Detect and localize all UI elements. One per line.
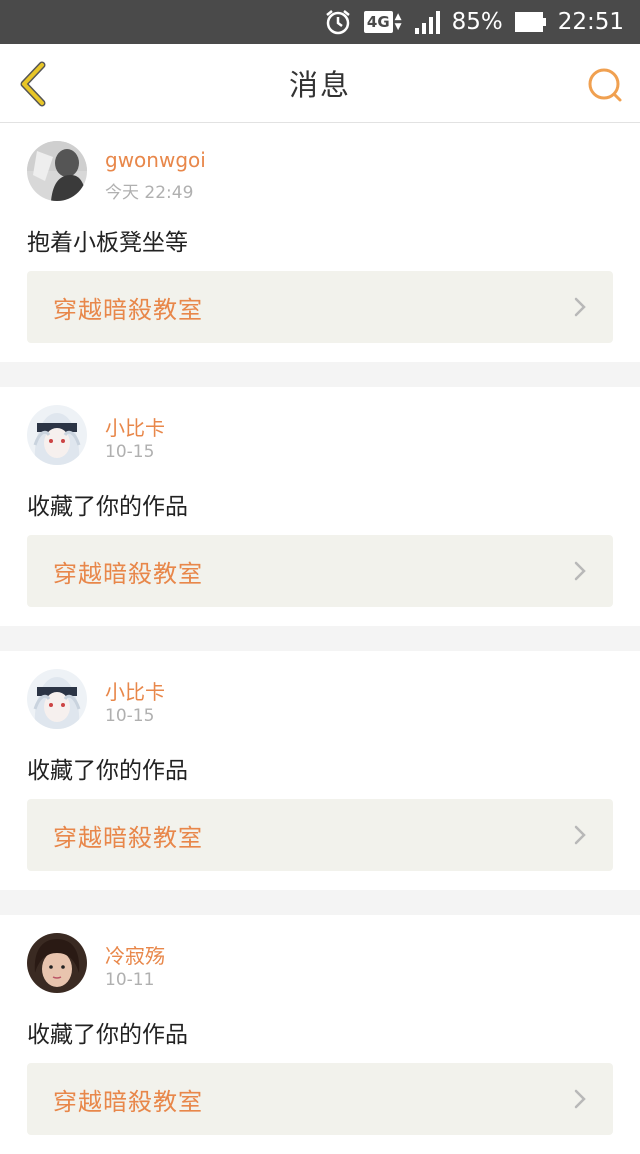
divider [0, 626, 640, 651]
network-type-badge: 4G [363, 11, 393, 33]
sender-name[interactable]: 冷寂殇 [105, 940, 165, 969]
sender-name[interactable]: 小比卡 [105, 412, 165, 441]
message-card: 小比卡 10-15 收藏了你的作品 穿越暗殺教室 [0, 651, 640, 890]
chevron-left-icon[interactable] [16, 61, 50, 107]
data-activity-icon: ▲ ▼ [394, 12, 402, 32]
message-time: 今天 22:49 [105, 183, 194, 203]
chevron-right-icon [574, 825, 586, 845]
work-title: 穿越暗殺教室 [53, 295, 203, 324]
message-card: 小比卡 10-15 收藏了你的作品 穿越暗殺教室 [0, 387, 640, 626]
message-card: 冷寂殇 10-11 收藏了你的作品 穿越暗殺教室 [0, 915, 640, 1154]
search-icon[interactable] [586, 66, 624, 104]
battery-icon [514, 12, 546, 32]
signal-icon [414, 10, 440, 34]
work-link[interactable]: 穿越暗殺教室 [27, 799, 613, 871]
work-title: 穿越暗殺教室 [53, 1087, 203, 1116]
message-time: 10-11 [105, 970, 155, 990]
app-header: 消息 [0, 44, 640, 123]
sender-name[interactable]: 小比卡 [105, 676, 165, 705]
chevron-right-icon [574, 1089, 586, 1109]
avatar[interactable] [27, 933, 87, 993]
network-indicator: 4G ▲ ▼ [363, 11, 402, 33]
avatar[interactable] [27, 141, 87, 201]
work-link[interactable]: 穿越暗殺教室 [27, 271, 613, 343]
message-list: gwonwgoi 今天 22:49 抱着小板凳坐等 穿越暗殺教室 小比卡 10-… [0, 123, 640, 1154]
divider [0, 890, 640, 915]
work-title: 穿越暗殺教室 [53, 559, 203, 588]
divider [0, 362, 640, 387]
avatar[interactable] [27, 669, 87, 729]
battery-percent: 85% [451, 9, 503, 35]
chevron-right-icon [574, 297, 586, 317]
clock: 22:51 [557, 9, 624, 35]
message-card: gwonwgoi 今天 22:49 抱着小板凳坐等 穿越暗殺教室 [0, 123, 640, 362]
work-link[interactable]: 穿越暗殺教室 [27, 1063, 613, 1135]
message-text: 收藏了你的作品 [27, 1022, 188, 1048]
sender-name[interactable]: gwonwgoi [105, 148, 206, 172]
avatar[interactable] [27, 405, 87, 465]
work-title: 穿越暗殺教室 [53, 823, 203, 852]
message-time: 10-15 [105, 706, 155, 726]
message-text: 收藏了你的作品 [27, 494, 188, 520]
message-text: 抱着小板凳坐等 [27, 230, 188, 256]
message-text: 收藏了你的作品 [27, 758, 188, 784]
status-bar: 4G ▲ ▼ 85% 22:51 [0, 0, 640, 44]
page-title: 消息 [288, 68, 351, 102]
chevron-right-icon [574, 561, 586, 581]
alarm-icon [324, 8, 352, 36]
work-link[interactable]: 穿越暗殺教室 [27, 535, 613, 607]
message-time: 10-15 [105, 442, 155, 462]
